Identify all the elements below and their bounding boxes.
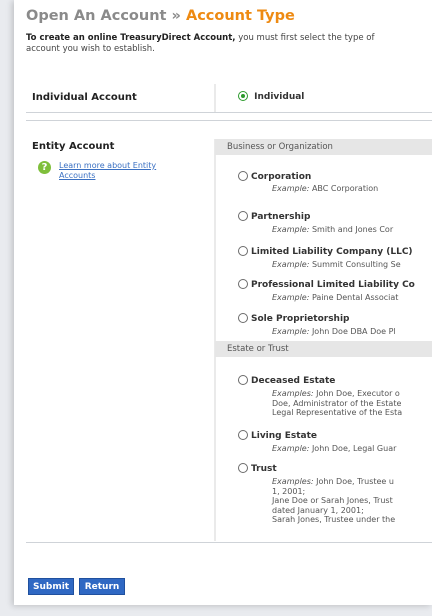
deceased-estate-radio[interactable] [238,374,248,385]
pllc-example: Example: Paine Dental Associat [272,293,399,302]
sole-proprietorship-radio[interactable] [238,312,248,323]
corporation-label: Corporation [251,172,312,182]
living-estate-example: Example: John Doe, Legal Guar [272,444,397,453]
corporation-example: Example: ABC Corporation [272,184,379,193]
sole-proprietorship-example: Example: John Doe DBA Doe Pl [272,327,396,336]
living-estate-option[interactable]: Living Estate [238,429,318,441]
trust-radio[interactable] [238,462,248,473]
llc-radio[interactable] [238,245,248,256]
breadcrumb-current: Account Type [185,8,295,24]
living-estate-label: Living Estate [251,431,318,441]
individual-radio[interactable] [238,90,248,101]
intro-text: To create an online TreasuryDirect Accou… [26,33,432,55]
entity-account-label: Entity Account [32,141,115,152]
learn-more-link-line1[interactable]: Learn more about Entity [59,161,156,170]
corporation-radio[interactable] [238,170,248,181]
breadcrumb-parent: Open An Account [26,8,167,24]
intro-line2: account you wish to establish. [26,44,155,54]
individual-option[interactable]: Individual [238,90,305,102]
llc-option[interactable]: Limited Liability Company (LLC) [238,245,413,257]
llc-label: Limited Liability Company (LLC) [251,247,413,257]
sole-proprietorship-option[interactable]: Sole Proprietorship [238,312,350,324]
page-title: Open An Account » Account Type [26,8,295,24]
deceased-estate-option[interactable]: Deceased Estate [238,374,336,386]
submit-button[interactable]: Submit [28,578,74,595]
return-button[interactable]: Return [79,578,125,595]
deceased-estate-label: Deceased Estate [251,376,336,386]
llc-example: Example: Summit Consulting Se [272,260,401,269]
estate-trust-header: Estate or Trust [215,341,432,357]
trust-example: Examples: John Doe, Trustee u 1, 2001; J… [272,477,396,524]
sole-proprietorship-label: Sole Proprietorship [251,314,350,324]
deceased-estate-example: Examples: John Doe, Executor o Doe, Admi… [272,389,403,417]
account-type-page: Open An Account » Account Type To create… [14,0,432,605]
intro-bold: To create an online TreasuryDirect Accou… [26,33,236,43]
pllc-option[interactable]: Professional Limited Liability Co [238,278,415,290]
individual-account-label: Individual Account [32,92,137,103]
living-estate-radio[interactable] [238,429,248,440]
learn-more-link-line2[interactable]: Accounts [59,171,95,180]
individual-option-label: Individual [254,92,305,102]
divider [26,112,432,113]
partnership-option[interactable]: Partnership [238,210,311,222]
help-icon[interactable]: ? [38,161,51,174]
column-divider [214,139,216,541]
partnership-example: Example: Smith and Jones Cor [272,225,394,234]
intro-line1: you must first select the type of [235,33,375,43]
trust-option[interactable]: Trust [238,462,277,474]
learn-more-link[interactable]: Learn more about Entity Accounts [59,161,156,181]
business-organization-header: Business or Organization [215,139,432,155]
breadcrumb-separator: » [171,8,181,24]
partnership-label: Partnership [251,212,311,222]
pllc-radio[interactable] [238,278,248,289]
trust-label: Trust [251,464,277,474]
corporation-option[interactable]: Corporation [238,170,312,182]
divider [26,120,432,121]
partnership-radio[interactable] [238,210,248,221]
column-divider [214,84,216,112]
pllc-label: Professional Limited Liability Co [251,280,415,290]
divider [26,542,432,543]
